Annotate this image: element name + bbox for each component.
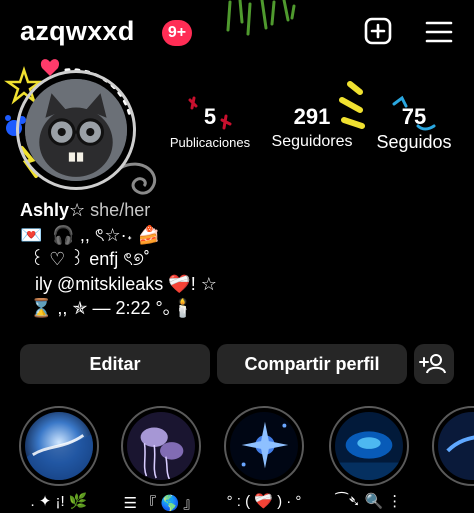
highlight-item[interactable]: . ✦ ¡! 🌿	[15, 406, 103, 510]
display-name: Ashly☆	[20, 200, 86, 220]
create-post-icon[interactable]	[364, 17, 392, 45]
blue-spark-image-icon	[230, 412, 298, 480]
jellyfish-image-icon	[127, 412, 195, 480]
add-person-icon	[419, 354, 446, 374]
highlight-ring	[432, 406, 474, 486]
highlight-cover	[438, 412, 474, 480]
highlight-cover	[335, 412, 403, 480]
highlight-item[interactable]	[428, 406, 474, 492]
avatar	[25, 79, 127, 181]
bio-line-3[interactable]: ily @mitskileaks ❤️‍🩹! ☆	[20, 272, 460, 297]
posts-count-label: Publicaciones	[169, 135, 251, 150]
top-bar: azqwxxd 9+	[0, 0, 474, 62]
bio-line-2: ꒰ ♡ ꒱ enfj ৎ୭˚	[20, 249, 150, 269]
highlight-cover	[230, 412, 298, 480]
blue-sparkle-icon	[392, 95, 436, 131]
bio-name-line: Ashly☆ she/her	[20, 198, 460, 223]
wave-image-icon	[25, 412, 93, 480]
highlight-ring	[121, 406, 201, 486]
story-highlights: . ✦ ¡! 🌿 ☰ 『 🌎 』	[0, 406, 474, 513]
share-profile-button[interactable]: Compartir perfil	[217, 344, 407, 384]
red-sparkle-icon	[188, 96, 232, 130]
profile-avatar-area[interactable]	[2, 56, 168, 206]
avatar-ring	[16, 70, 136, 190]
highlight-ring	[19, 406, 99, 486]
following-count-label: Seguidos	[376, 132, 452, 152]
discover-people-button[interactable]	[414, 344, 454, 384]
edit-profile-button[interactable]: Editar	[20, 344, 210, 384]
profile-bio: Ashly☆ she/her 💌 🎧 ,, ৎ☆·˖ 🍰 ꒰ ♡ ꒱ enfj …	[20, 198, 460, 321]
aquarium-image-icon	[335, 412, 403, 480]
highlight-label: ⁀➴ 🔍 ⋮	[335, 493, 403, 510]
galaxy-image-icon	[438, 412, 474, 480]
highlight-item[interactable]: ☰ 『 🌎 』	[117, 406, 205, 513]
pronouns: she/her	[90, 200, 151, 220]
cat-with-glasses-icon	[25, 79, 127, 181]
bio-line-4: ⌛ ,, ✯ — 2:22 °｡🕯️	[20, 298, 195, 318]
highlight-ring	[329, 406, 409, 486]
highlight-label: ° : ( ❤️‍🩹 ) · °	[226, 493, 302, 510]
profile-username[interactable]: azqwxxd	[20, 16, 135, 47]
highlight-label: ☰ 『 🌎 』	[123, 495, 199, 512]
highlight-item[interactable]: ° : ( ❤️‍🩹 ) · °	[220, 406, 308, 510]
decorative-scribble-icon	[226, 0, 296, 36]
notification-badge[interactable]: 9+	[162, 20, 192, 46]
highlight-cover	[25, 412, 93, 480]
highlight-ring	[224, 406, 304, 486]
hamburger-menu-icon[interactable]	[425, 20, 453, 44]
highlight-cover	[127, 412, 195, 480]
highlight-label: . ✦ ¡! 🌿	[30, 493, 88, 510]
bio-line-1: 💌 🎧 ,, ৎ☆·˖ 🍰	[20, 224, 160, 245]
highlight-item[interactable]: ⁀➴ 🔍 ⋮	[325, 406, 413, 510]
